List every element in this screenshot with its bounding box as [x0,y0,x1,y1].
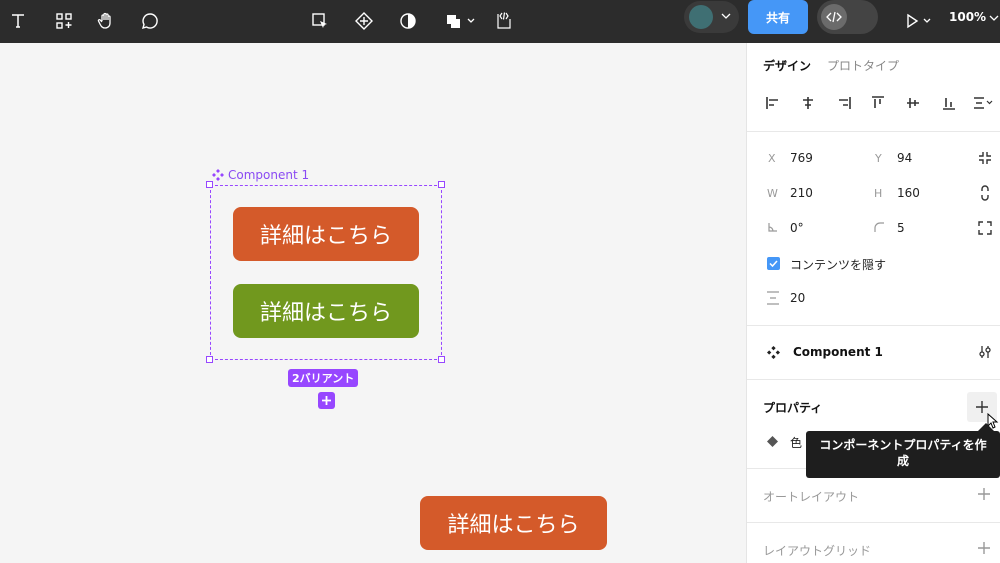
select-component-icon[interactable] [305,6,335,36]
spacing-input[interactable]: 20 [790,291,805,305]
resize-handle-top-left[interactable] [206,181,213,188]
tooltip-arrow [978,423,994,431]
adjust-sliders-icon[interactable] [977,344,993,360]
y-label: Y [875,152,882,165]
alignment-toolbar [763,95,999,115]
clip-content-label: コンテンツを隠す [790,258,887,272]
properties-section-title: プロパティ [763,401,823,415]
h-input[interactable]: 160 [897,186,920,200]
create-property-tooltip: コンポーネントプロパティを作 成 [806,431,1000,478]
divider [747,131,1000,132]
divider [747,325,1000,326]
chevron-down-icon [721,13,731,19]
variant-button-green[interactable]: 詳細はこちら [233,284,419,338]
align-top-icon[interactable] [870,95,886,111]
tab-design[interactable]: デザイン [763,57,811,74]
divider [747,522,1000,523]
add-variant-button[interactable] [318,392,335,409]
create-component-icon[interactable] [349,6,379,36]
hand-tool-icon[interactable] [91,6,121,36]
rotation-icon [768,223,777,232]
independent-corners-icon[interactable] [977,220,993,236]
constrain-proportions-icon[interactable] [977,185,993,201]
align-vertical-center-icon[interactable] [905,95,921,111]
distribute-icon[interactable] [972,95,994,111]
top-toolbar: 共有 100% [0,0,1000,43]
plus-icon [322,396,331,405]
dev-code-icon[interactable] [489,6,519,36]
corner-radius-icon [874,222,884,232]
share-button[interactable]: 共有 [748,0,808,34]
w-input[interactable]: 210 [790,186,813,200]
zoom-level[interactable]: 100% [949,10,986,24]
align-bottom-icon[interactable] [941,95,957,111]
rotation-input[interactable]: 0° [790,221,804,235]
code-icon [821,4,847,30]
resize-handle-bottom-left[interactable] [206,356,213,363]
boolean-group-icon[interactable] [440,6,480,36]
x-input[interactable]: 769 [790,151,813,165]
w-label: W [767,187,778,200]
component-name: Component 1 [793,345,883,359]
tab-prototype[interactable]: プロトタイプ [827,57,899,74]
vertical-spacing-icon [767,291,779,305]
y-input[interactable]: 94 [897,151,912,165]
h-label: H [874,187,883,200]
clip-content-checkbox[interactable] [767,257,780,270]
present-play-icon[interactable] [898,6,938,36]
variant-button-orange[interactable]: 詳細はこちら [233,207,419,261]
property-item-color[interactable]: 色 [790,434,802,451]
user-avatar-menu[interactable] [684,1,739,33]
corner-radius-input[interactable]: 5 [897,221,905,235]
align-horizontal-center-icon[interactable] [800,95,816,111]
layout-grid-section-title: レイアウトグリッド [763,544,872,558]
add-auto-layout-icon[interactable] [977,487,991,501]
check-icon [769,260,778,268]
resize-handle-bottom-right[interactable] [438,356,445,363]
constraints-icon[interactable] [977,150,993,166]
contrast-icon[interactable] [393,6,423,36]
resources-icon[interactable] [49,6,79,36]
component-icon [767,346,780,359]
variant-property-icon [767,436,778,447]
x-label: X [768,152,776,165]
avatar [689,5,713,29]
dev-mode-toggle[interactable] [817,0,878,34]
panel-tabs: デザイン プロトタイプ [763,57,899,74]
text-tool-icon[interactable] [3,6,33,36]
zoom-chevron-icon[interactable] [989,14,999,22]
resize-handle-top-right[interactable] [438,181,445,188]
align-right-icon[interactable] [836,95,852,111]
align-left-icon[interactable] [765,95,781,111]
divider [747,379,1000,380]
properties-panel: デザイン プロトタイプ X 769 Y 94 W 210 H 160 0° 5 … [746,43,1000,563]
add-layout-grid-icon[interactable] [977,541,991,555]
auto-layout-section-title: オートレイアウト [763,490,860,504]
comment-tool-icon[interactable] [135,6,165,36]
plus-icon [976,401,988,413]
instance-button-orange[interactable]: 詳細はこちら [420,496,607,550]
variant-count-badge: 2バリアント [288,369,359,387]
component-icon [212,169,224,181]
component-frame-label[interactable]: Component 1 [212,168,309,182]
